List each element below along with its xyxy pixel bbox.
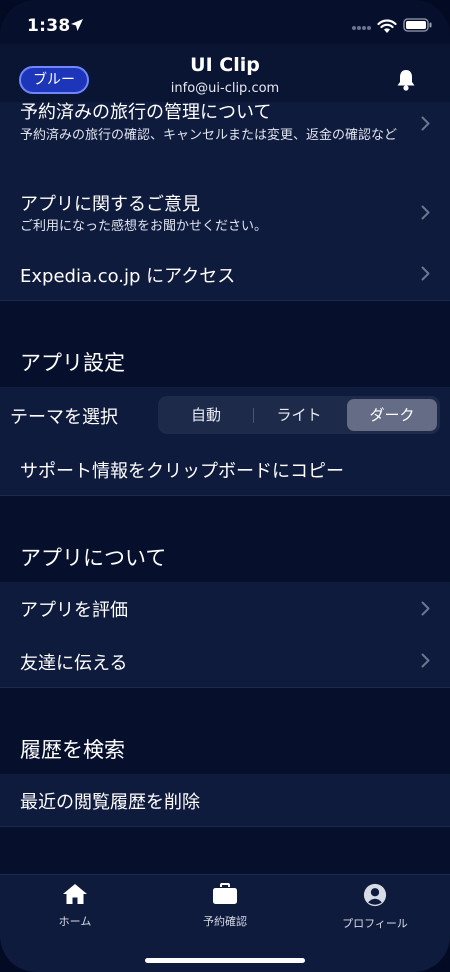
row-subtitle: 予約済みの旅行の確認、キャンセルまたは変更、返金の確認など [20,128,398,143]
app-screen: 1:38 ブルー UI Clip info@ui-clip.com 予約済みの旅… [0,0,450,972]
tab-home[interactable]: ホーム [0,883,150,929]
row-subtitle: ご利用になった感想をお聞かせください。 [20,219,268,234]
rate-app-row[interactable]: アプリを評価 [0,582,450,635]
status-bar: 1:38 [0,0,450,50]
share-with-friends-row[interactable]: 友達に伝える [0,634,450,688]
row-title: サポート情報をクリップボードにコピー [20,461,344,482]
clear-recent-history-row[interactable]: 最近の閲覧履歴を削除 [0,774,450,827]
section-title-app-settings: アプリ設定 [20,351,125,375]
feedback-row[interactable]: アプリに関するご意見 ご利用になった感想をお聞かせください。 [0,177,450,248]
expedia-link-row[interactable]: Expedia.co.jp にアクセス [0,247,450,301]
tab-profile[interactable]: プロフィール [300,883,450,931]
chevron-right-icon [421,266,430,281]
row-title: 最近の閲覧履歴を削除 [20,792,200,813]
tab-bookings[interactable]: 予約確認 [150,883,300,929]
section-title-about-app: アプリについて [20,546,167,570]
chevron-right-icon [421,601,430,616]
tab-label: プロフィール [342,917,408,930]
tab-label: 予約確認 [203,915,247,928]
app-header: ブルー UI Clip info@ui-clip.com [0,44,450,102]
row-title: 予約済みの旅行の管理について [20,102,272,123]
trip-management-row[interactable]: 予約済みの旅行の管理について 予約済みの旅行の確認、キャンセルまたは変更、返金の… [0,102,450,178]
section-title-search-history: 履歴を検索 [20,738,125,762]
wifi-icon [377,19,397,33]
row-title: アプリに関するご意見 [20,194,200,215]
app-title: UI Clip [190,54,260,76]
location-arrow-icon [71,19,83,31]
account-email: info@ui-clip.com [170,81,280,96]
theme-option-auto[interactable]: 自動 [161,399,251,431]
tab-label: ホーム [58,915,92,928]
theme-option-dark[interactable]: ダーク [347,399,437,431]
status-time: 1:38 [27,16,71,36]
chevron-right-icon [421,205,430,220]
copy-support-info-row[interactable]: サポート情報をクリップボードにコピー [0,442,450,496]
home-indicator[interactable] [145,958,305,963]
briefcase-icon [213,883,237,904]
row-title: 友達に伝える [20,653,128,674]
cellular-signal-icon [352,26,371,30]
row-title: アプリを評価 [20,600,128,621]
chevron-right-icon [421,116,430,131]
theme-segmented-control[interactable]: 自動 ライト ダーク [158,396,440,434]
theme-option-light[interactable]: ライト [254,399,344,431]
home-icon [63,884,87,904]
user-icon [363,883,387,907]
notification-bell-icon[interactable] [395,68,417,92]
row-title: Expedia.co.jp にアクセス [20,266,236,287]
chevron-right-icon [421,653,430,668]
battery-icon [403,18,432,32]
settings-content[interactable]: 予約済みの旅行の管理について 予約済みの旅行の確認、キャンセルまたは変更、返金の… [0,102,450,876]
theme-label: テーマを選択 [10,407,118,428]
